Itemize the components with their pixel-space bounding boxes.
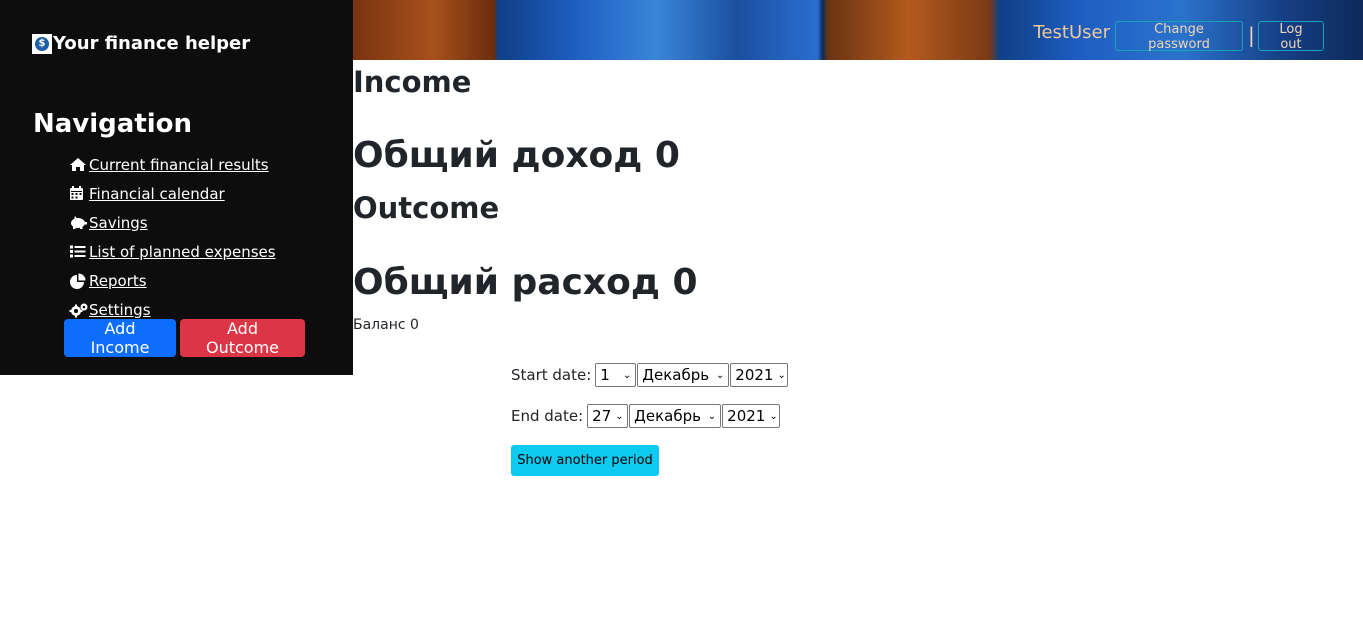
nav-label-savings: Savings	[89, 213, 148, 232]
username: TestUser	[1033, 22, 1110, 43]
nav-item-savings: Savings	[69, 208, 276, 237]
dollar-coin-icon: $	[32, 33, 52, 54]
nav-label-financial-calendar: Financial calendar	[89, 184, 225, 203]
chevron-down-icon: ⌄	[715, 369, 725, 381]
balance: Баланс 0	[353, 317, 419, 333]
gears-icon	[69, 302, 88, 318]
nav-link-reports[interactable]: Reports	[69, 272, 147, 290]
start-month-value: Декабрь	[642, 366, 710, 384]
end-date-label: End date:	[511, 407, 584, 425]
start-day-value: 1	[600, 366, 610, 384]
end-date-row: End date: 27 ⌄ Декабрь ⌄ 2021 ⌄	[511, 404, 781, 428]
nav-link-financial-calendar[interactable]: Financial calendar	[69, 185, 225, 203]
chevron-down-icon: ⌄	[769, 410, 778, 422]
nav-link-current-results[interactable]: Current financial results	[69, 156, 269, 174]
show-another-period-button[interactable]: Show another period	[511, 445, 659, 476]
add-outcome-button[interactable]: Add Outcome	[180, 319, 305, 357]
nav-label-settings: Settings	[89, 300, 151, 319]
nav-item-planned-expenses: List of planned expenses	[69, 237, 276, 266]
start-date-row: Start date: 1 ⌄ Декабрь ⌄ 2021 ⌄	[511, 363, 789, 387]
sidebar: $ Your finance helper Navigation Current…	[0, 0, 353, 375]
nav-item-current-results: Current financial results	[69, 150, 276, 179]
start-day-select[interactable]: 1 ⌄	[595, 363, 637, 387]
sidebar-buttons: Add Income Add Outcome	[64, 319, 305, 357]
end-year-value: 2021	[727, 407, 766, 425]
end-month-select[interactable]: Декабрь ⌄	[629, 404, 722, 428]
nav-label-planned-expenses: List of planned expenses	[89, 242, 276, 261]
nav-label-current-results: Current financial results	[89, 155, 269, 174]
nav-list: Current financial results Financial cale…	[69, 150, 276, 324]
nav-item-reports: Reports	[69, 266, 276, 295]
start-month-select[interactable]: Декабрь ⌄	[637, 363, 730, 387]
header-separator: |	[1248, 23, 1255, 47]
end-day-select[interactable]: 27 ⌄	[587, 404, 629, 428]
start-date-label: Start date:	[511, 366, 592, 384]
total-income: Общий доход 0	[353, 135, 680, 176]
pie-chart-icon	[69, 273, 87, 289]
start-year-value: 2021	[735, 366, 774, 384]
chevron-down-icon: ⌄	[777, 369, 786, 381]
home-icon	[69, 157, 87, 172]
income-heading: Income	[353, 65, 472, 99]
start-year-select[interactable]: 2021 ⌄	[730, 363, 789, 387]
add-income-button[interactable]: Add Income	[64, 319, 176, 357]
nav-link-settings[interactable]: Settings	[69, 301, 151, 319]
header-banner: TestUser Change password | Log out	[353, 0, 1363, 60]
nav-item-financial-calendar: Financial calendar	[69, 179, 276, 208]
navigation-title: Navigation	[33, 109, 193, 139]
logout-button[interactable]: Log out	[1258, 21, 1324, 52]
chevron-down-icon: ⌄	[615, 410, 624, 422]
brand[interactable]: $ Your finance helper	[32, 33, 250, 54]
piggy-bank-icon	[69, 215, 87, 230]
nav-link-savings[interactable]: Savings	[69, 214, 148, 232]
chevron-down-icon: ⌄	[622, 369, 632, 381]
chevron-down-icon: ⌄	[707, 410, 717, 422]
outcome-heading: Outcome	[353, 191, 500, 225]
change-password-button[interactable]: Change password	[1115, 21, 1243, 52]
brand-title: Your finance helper	[53, 33, 251, 54]
nav-label-reports: Reports	[89, 271, 147, 290]
nav-link-planned-expenses[interactable]: List of planned expenses	[69, 243, 276, 261]
total-outcome: Общий расход 0	[353, 262, 698, 303]
end-day-value: 27	[592, 407, 612, 425]
list-icon	[69, 244, 87, 259]
calendar-icon	[69, 186, 87, 201]
end-year-select[interactable]: 2021 ⌄	[722, 404, 781, 428]
end-month-value: Декабрь	[634, 407, 701, 425]
